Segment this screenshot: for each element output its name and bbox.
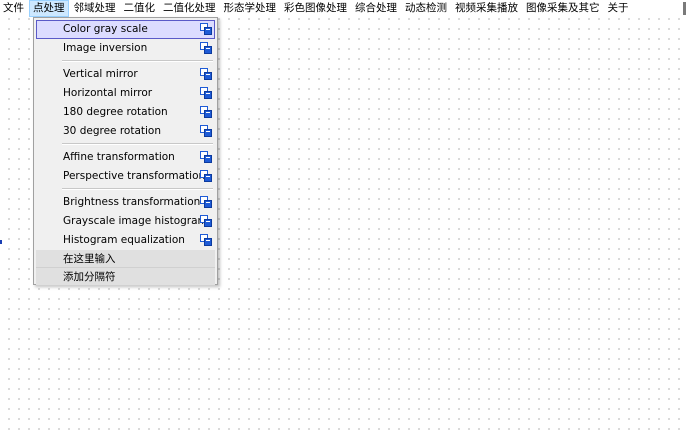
- menu-morphology[interactable]: 形态学处理: [221, 0, 280, 17]
- menu-comprehensive[interactable]: 综合处理: [352, 0, 400, 17]
- menu-separator: [62, 143, 213, 145]
- edge-marker: [0, 240, 2, 244]
- submenu-edit-icon: [200, 196, 212, 208]
- menu-image-capture-other[interactable]: 图像采集及其它: [523, 0, 603, 17]
- menu-item-horizontal-mirror[interactable]: Horizontal mirror: [36, 84, 215, 103]
- submenu-edit-icon: [200, 215, 212, 227]
- menu-file[interactable]: 文件: [0, 0, 27, 17]
- submenu-edit-icon: [200, 170, 212, 182]
- menu-color-image[interactable]: 彩色图像处理: [281, 0, 350, 17]
- submenu-edit-icon: [200, 87, 212, 99]
- menu-motion-detection[interactable]: 动态检测: [402, 0, 450, 17]
- menu-item-label: Color gray scale: [63, 23, 148, 35]
- submenu-edit-icon: [200, 106, 212, 118]
- point-processing-dropdown: Color gray scale Image inversion Vertica…: [33, 17, 218, 286]
- menu-item-label: Grayscale image histogram: [63, 215, 208, 227]
- submenu-edit-icon: [200, 68, 212, 80]
- menu-item-label: Horizontal mirror: [63, 87, 153, 99]
- menu-bar: 文件 点处理 邻域处理 二值化 二值化处理 形态学处理 彩色图像处理 综合处理 …: [0, 0, 686, 17]
- menu-separator: [62, 60, 213, 62]
- menu-item-affine-transformation[interactable]: Affine transformation: [36, 148, 215, 167]
- submenu-edit-icon: [200, 234, 212, 246]
- menu-item-30-degree-rotation[interactable]: 30 degree rotation: [36, 122, 215, 141]
- menu-item-label: Affine transformation: [63, 151, 175, 163]
- menu-item-grayscale-image-histogram[interactable]: Grayscale image histogram: [36, 212, 215, 231]
- submenu-edit-icon: [200, 42, 212, 54]
- menu-item-brightness-transformation[interactable]: Brightness transformation: [36, 193, 215, 212]
- menu-item-histogram-equalization[interactable]: Histogram equalization: [36, 231, 215, 250]
- menu-separator: [62, 188, 213, 190]
- menu-item-image-inversion[interactable]: Image inversion: [36, 39, 215, 58]
- menu-video-capture[interactable]: 视频采集播放: [452, 0, 521, 17]
- menu-item-label: 30 degree rotation: [63, 125, 162, 137]
- menu-item-label: Vertical mirror: [63, 68, 138, 80]
- submenu-edit-icon: [200, 125, 212, 137]
- menu-item-label: Brightness transformation: [63, 196, 201, 208]
- menu-about[interactable]: 关于: [605, 0, 632, 17]
- type-here-input[interactable]: 在这里输入: [36, 250, 215, 268]
- menu-binarization[interactable]: 二值化: [121, 0, 159, 17]
- menu-item-perspective-transformation[interactable]: Perspective transformation: [36, 167, 215, 186]
- menu-item-180-degree-rotation[interactable]: 180 degree rotation: [36, 103, 215, 122]
- submenu-edit-icon: [200, 23, 212, 35]
- menu-item-label: 180 degree rotation: [63, 106, 168, 118]
- menu-binarization-processing[interactable]: 二值化处理: [160, 0, 219, 17]
- menu-item-label: Image inversion: [63, 42, 148, 54]
- menu-item-vertical-mirror[interactable]: Vertical mirror: [36, 65, 215, 84]
- menu-neighborhood-processing[interactable]: 邻域处理: [71, 0, 119, 17]
- add-separator-item[interactable]: 添加分隔符: [36, 268, 215, 286]
- submenu-edit-icon: [200, 151, 212, 163]
- menu-item-label: Histogram equalization: [63, 234, 185, 246]
- menu-item-color-gray-scale[interactable]: Color gray scale: [36, 20, 215, 39]
- menu-point-processing[interactable]: 点处理: [29, 0, 69, 17]
- menu-item-label: Perspective transformation: [63, 170, 206, 182]
